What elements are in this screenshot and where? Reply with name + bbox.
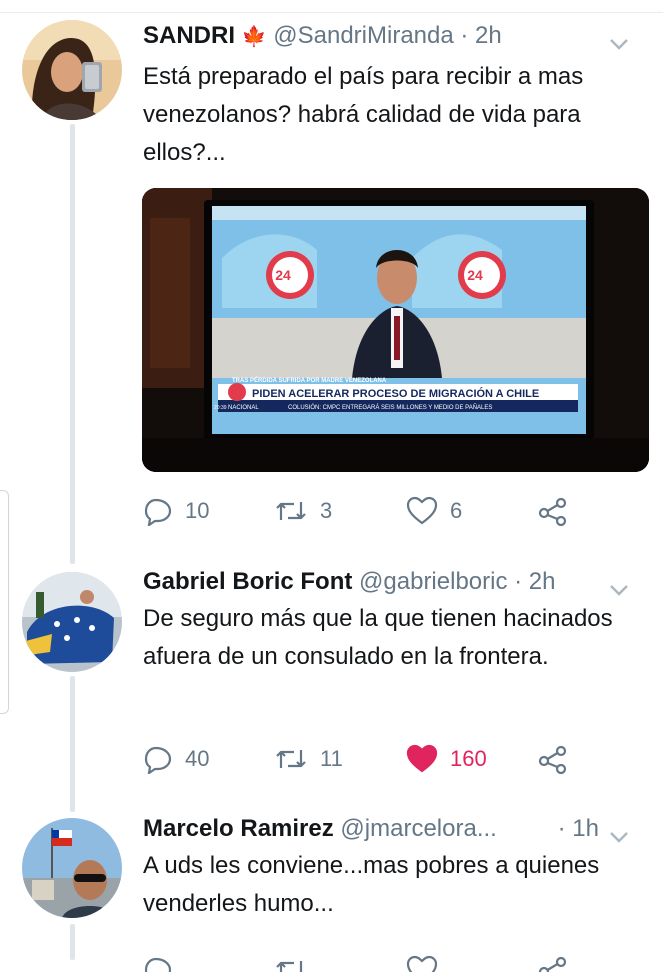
- tv-channel-badge: 24: [467, 267, 483, 283]
- share-button[interactable]: [538, 952, 568, 972]
- tv-ticker-tag: NACIONAL: [228, 405, 259, 411]
- share-button[interactable]: [538, 493, 568, 529]
- retweet-icon: [274, 744, 308, 774]
- like-button[interactable]: [406, 952, 438, 972]
- like-icon: [406, 496, 438, 526]
- chevron-down-icon[interactable]: [609, 30, 629, 58]
- reply-icon: [143, 955, 173, 972]
- retweet-count: 3: [320, 498, 333, 523]
- tweet-text: De seguro más que la que tienen hacinado…: [143, 605, 613, 670]
- reply-button[interactable]: [143, 952, 173, 972]
- tweet-actions: 10 3 6: [143, 493, 623, 529]
- reply-count: 40: [185, 746, 210, 771]
- reply-icon: [143, 496, 173, 526]
- tweet[interactable]: Marcelo Ramirez @jmarcelora... · 1h A ud…: [0, 812, 663, 972]
- handle[interactable]: @jmarcelora...: [340, 815, 496, 842]
- like-icon: [406, 744, 438, 774]
- tv-channel-badge: 24: [275, 267, 291, 283]
- reply-count: 10: [185, 498, 210, 523]
- share-icon: [538, 955, 568, 972]
- retweet-button[interactable]: 3: [274, 493, 332, 529]
- reply-button[interactable]: 40: [143, 741, 209, 777]
- avatar-photo: [22, 572, 122, 672]
- like-button[interactable]: 160: [406, 741, 487, 777]
- timestamp[interactable]: · 2h: [514, 568, 555, 595]
- like-count: 160: [450, 746, 487, 771]
- timestamp[interactable]: · 1h: [558, 815, 599, 843]
- timestamp[interactable]: · 2h: [460, 22, 501, 49]
- like-count: 6: [450, 498, 463, 523]
- tweet-header: Gabriel Boric Font @gabrielboric · 2h: [143, 568, 643, 602]
- avatar-photo: [22, 20, 122, 120]
- retweet-icon: [274, 496, 308, 526]
- tweet-text: Está preparado el país para recibir a ma…: [143, 63, 584, 166]
- like-icon: [406, 955, 438, 972]
- share-button[interactable]: [538, 741, 568, 777]
- tweet-header: SANDRI 🍁 @SandriMiranda · 2h: [143, 22, 643, 56]
- retweet-count: 11: [320, 746, 343, 771]
- retweet-button[interactable]: [274, 952, 308, 972]
- tweet-actions: [143, 952, 623, 972]
- tv-ticker-time: 20:39: [214, 405, 227, 411]
- handle[interactable]: @SandriMiranda: [273, 22, 453, 49]
- tweet[interactable]: Gabriel Boric Font @gabrielboric · 2h De…: [0, 560, 663, 812]
- tv-kicker: TRAS PÉRDIDA SUFRIDA POR MADRE VENEZOLAN…: [232, 376, 387, 384]
- avatar[interactable]: [22, 572, 122, 672]
- like-button[interactable]: 6: [406, 493, 462, 529]
- display-name[interactable]: Marcelo Ramirez: [143, 815, 334, 842]
- share-icon: [538, 744, 568, 774]
- tweet-actions: 40 11 160: [143, 741, 623, 777]
- avatar[interactable]: [22, 818, 122, 918]
- tv-photo: TRAS PÉRDIDA SUFRIDA POR MADRE VENEZOLAN…: [142, 188, 649, 472]
- tweet-media[interactable]: TRAS PÉRDIDA SUFRIDA POR MADRE VENEZOLAN…: [142, 188, 649, 472]
- tweet-text: A uds les conviene...mas pobres a quiene…: [143, 852, 600, 917]
- retweet-button[interactable]: 11: [274, 741, 343, 777]
- maple-leaf-icon: 🍁: [241, 26, 267, 48]
- display-name[interactable]: SANDRI: [143, 22, 235, 49]
- tv-ticker-text: COLUSIÓN: CMPC ENTREGARÁ SEIS MILLONES Y…: [288, 404, 492, 411]
- reply-button[interactable]: 10: [143, 493, 209, 529]
- tv-headline: PIDEN ACELERAR PROCESO DE MIGRACIÓN A CH…: [252, 387, 539, 400]
- tweet[interactable]: SANDRI 🍁 @SandriMiranda · 2h Está prepar…: [0, 0, 663, 560]
- retweet-icon: [274, 955, 308, 972]
- share-icon: [538, 496, 568, 526]
- reply-icon: [143, 744, 173, 774]
- handle[interactable]: @gabrielboric: [359, 568, 507, 595]
- tweet-header: Marcelo Ramirez @jmarcelora... · 1h: [143, 815, 643, 849]
- display-name[interactable]: Gabriel Boric Font: [143, 568, 352, 595]
- avatar-photo: [22, 818, 122, 918]
- avatar[interactable]: [22, 20, 122, 120]
